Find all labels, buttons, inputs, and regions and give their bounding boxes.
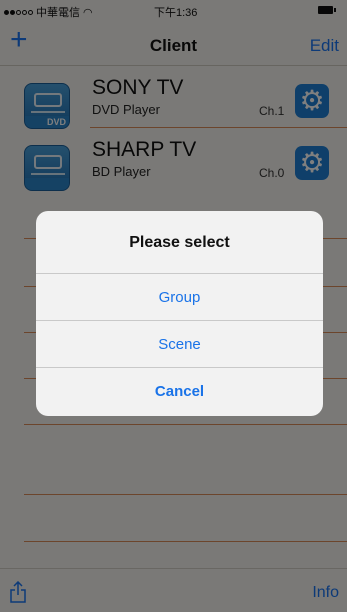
cancel-button[interactable]: Cancel <box>36 368 323 415</box>
group-button[interactable]: Group <box>36 274 323 321</box>
dialog-title: Please select <box>36 211 323 274</box>
select-dialog: Please select Group Scene Cancel <box>36 211 323 416</box>
scene-button[interactable]: Scene <box>36 321 323 368</box>
